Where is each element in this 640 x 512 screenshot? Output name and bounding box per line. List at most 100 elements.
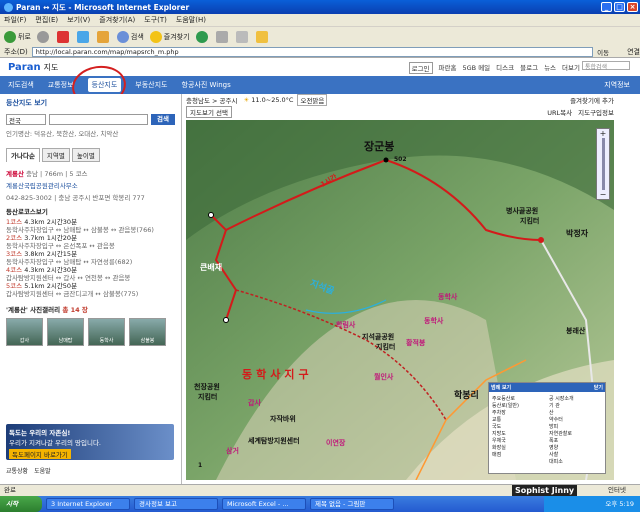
print-button[interactable] xyxy=(235,30,250,43)
map-buy-link[interactable]: 지도구입정보 xyxy=(578,107,614,117)
taskbar-item[interactable]: 경사정보 보고 xyxy=(134,498,218,510)
area-breadcrumb[interactable]: 충청남도 > 공주시 xyxy=(186,95,237,105)
folder-button[interactable] xyxy=(255,30,270,43)
go-button[interactable]: 이동 xyxy=(597,47,627,57)
refresh-button[interactable] xyxy=(76,30,91,43)
nav-map-search[interactable]: 지도검색 xyxy=(8,80,34,90)
logo-sub: 지도 xyxy=(43,62,59,72)
course-item[interactable]: 5코스 5.1km 2시간50분 갑사탐방지원센터 ↔ 금잔디고개 ↔ 삼불봉(7… xyxy=(6,282,175,298)
mail-button[interactable] xyxy=(215,30,230,43)
result-name[interactable]: 계룡산 xyxy=(6,170,24,178)
address-label: 주소(D) xyxy=(4,47,28,56)
mountain-search-input[interactable] xyxy=(49,114,148,125)
map-label-elev: 502 xyxy=(394,156,407,163)
stop-button[interactable] xyxy=(56,30,71,43)
result-phone: 042-825-3002 | 충남 공주시 반포면 학봉리 777 xyxy=(6,194,145,202)
course-item[interactable]: 4코스 4.3km 2시간30분 갑사탐방지원센터 ↔ 갑사 ↔ 연천봉 ↔ 관음… xyxy=(6,266,175,282)
taskbar-item[interactable]: 3 Internet Explorer xyxy=(46,498,130,510)
panel-title: 등산지도 보기 xyxy=(6,99,48,107)
links-label[interactable]: 연결 xyxy=(627,47,640,57)
nav-region-info[interactable]: 지역정보 xyxy=(604,80,630,90)
zoom-control[interactable]: + − xyxy=(596,128,610,200)
favorites-button[interactable]: 즐겨찾기 xyxy=(149,30,190,43)
paran-logo[interactable]: Paran 지도 xyxy=(8,62,58,73)
back-label: 뒤로 xyxy=(18,32,31,41)
search-submit-button[interactable]: 검색 xyxy=(151,114,175,125)
back-button[interactable]: 뒤로 xyxy=(4,30,31,43)
url-copy-link[interactable]: URL복사 xyxy=(547,107,572,117)
minimize-button[interactable]: _ xyxy=(601,2,612,12)
top-link-home[interactable]: 파란홈 xyxy=(439,62,457,74)
course-item[interactable]: 3코스 3.8km 2시간15분 동학사주차장입구 ↔ 남매탑 ↔ 자연성릉(68… xyxy=(6,250,175,266)
menu-tools[interactable]: 도구(T) xyxy=(144,15,167,25)
menu-file[interactable]: 파일(F) xyxy=(4,15,26,25)
tab-region[interactable]: 지역별 xyxy=(41,148,70,162)
top-link-mail[interactable]: 5GB 메일 xyxy=(463,62,491,74)
tab-height[interactable]: 높이별 xyxy=(71,148,100,162)
home-button[interactable] xyxy=(96,30,111,43)
top-link-news[interactable]: 뉴스 xyxy=(544,62,556,74)
status-zone: 인터넷 xyxy=(608,486,626,494)
top-link-disk[interactable]: 디스크 xyxy=(496,62,514,74)
course-name: 2코스 xyxy=(6,234,23,242)
clock: 오후 5:19 xyxy=(605,500,634,508)
zoom-in-icon[interactable]: + xyxy=(600,129,607,138)
link-help[interactable]: 도움말 xyxy=(34,466,51,475)
menu-bar: 파일(F) 편집(E) 보기(V) 즐겨찾기(A) 도구(T) 도움말(H) xyxy=(0,14,640,26)
menu-view[interactable]: 보기(V) xyxy=(67,15,90,25)
add-favorite-link[interactable]: 즐겨찾기에 추가 xyxy=(570,95,614,105)
search-row: 전국 검색 xyxy=(6,114,175,125)
map-label-park1: 병사골공원 xyxy=(506,207,539,215)
legend-columns: 주요등산로 등산로(일반) 주차장 교통 국도 지방도 우체국 화장실 매점 공… xyxy=(492,395,602,465)
window-title: Paran ↔ 지도 - Microsoft Internet Explorer xyxy=(16,2,190,12)
legend-close-button[interactable]: 닫기 xyxy=(594,384,603,391)
taskbar-item[interactable]: Microsoft Excel - ... xyxy=(222,498,306,510)
map-label-scale: 1 xyxy=(198,462,203,469)
course-item[interactable]: 1코스 4.3km 2시간30분 동학사주차장입구 ↔ 남매탑 ↔ 삼불봉 ↔ 관… xyxy=(6,218,175,234)
forward-button[interactable] xyxy=(36,30,51,43)
banner-button[interactable]: 독도페이지 바로가기 xyxy=(9,449,71,459)
gallery-thumb[interactable]: 동학사 xyxy=(88,318,125,346)
watermark: Sophist Jinny xyxy=(512,485,578,496)
zoom-out-icon[interactable]: − xyxy=(600,190,607,199)
menu-favorites[interactable]: 즐겨찾기(A) xyxy=(99,15,135,25)
top-link-login[interactable]: 로그인 xyxy=(408,62,433,74)
course-item[interactable]: 2코스 3.7km 1시간20분 동학사주차장입구 ↔ 은선폭포 ↔ 관음봉 xyxy=(6,234,175,250)
tab-alpha[interactable]: 가나다순 xyxy=(6,148,40,162)
bottom-links: 교통상황 도움말 xyxy=(6,466,51,475)
dokdo-banner[interactable]: 독도는 우리의 자존심! 우리가 지켜나갈 우리의 땅입니다. 독도페이지 바로… xyxy=(6,424,174,460)
menu-edit[interactable]: 편집(E) xyxy=(35,15,58,25)
close-button[interactable]: × xyxy=(627,2,638,12)
weather-sub: 오전맑음 xyxy=(297,94,328,106)
top-search-input[interactable]: 통합검색 xyxy=(582,61,630,71)
gallery-thumb[interactable]: 남매탑 xyxy=(47,318,84,346)
hiking-map[interactable]: 장군봉 502 1시간 병사골공원 지킴터 박정자 큰배재 지석골 학림사 동학… xyxy=(186,120,614,480)
link-traffic[interactable]: 교통상황 xyxy=(6,466,28,475)
top-link-more[interactable]: 더보기 xyxy=(562,62,580,74)
sort-tabs: 가나다순 지역별 높이별 xyxy=(6,148,175,162)
menu-help[interactable]: 도움말(H) xyxy=(176,15,206,25)
map-label-donghaksa: 동학사 xyxy=(438,293,458,301)
zoom-slider[interactable] xyxy=(601,138,605,190)
map-label-post1: 지킴터 xyxy=(520,217,540,225)
course-time: 2시간50분 xyxy=(46,282,78,290)
legend-item: 공 시장소개 xyxy=(549,396,574,402)
search-button[interactable]: 검색 xyxy=(116,30,144,43)
weather-icon: ☀ xyxy=(243,96,250,104)
address-input[interactable]: http://local.paran.com/map/mapsrch_m.php xyxy=(31,46,594,57)
maximize-button[interactable]: □ xyxy=(614,2,625,12)
gallery-thumb[interactable]: 삼불봉 xyxy=(129,318,166,346)
taskbar-item[interactable]: 제목 없음 - 그림판 xyxy=(310,498,394,510)
region-select[interactable]: 전국 xyxy=(6,114,46,125)
history-button[interactable] xyxy=(195,30,210,43)
course-len: 3.8km xyxy=(24,250,45,258)
course-time: 2시간15분 xyxy=(46,250,78,258)
top-link-blog[interactable]: 블로그 xyxy=(520,62,538,74)
layer-select[interactable]: 지도보기 선택 xyxy=(186,106,232,118)
start-button[interactable]: 시작 xyxy=(0,496,42,512)
gallery-thumb[interactable]: 갑사 xyxy=(6,318,43,346)
nav-traffic[interactable]: 교통정보 xyxy=(48,80,74,90)
nav-realestate[interactable]: 부동산지도 xyxy=(135,80,167,90)
course-time: 1시간20분 xyxy=(46,234,78,242)
nav-aerial[interactable]: 항공사진 Wings xyxy=(182,80,231,90)
